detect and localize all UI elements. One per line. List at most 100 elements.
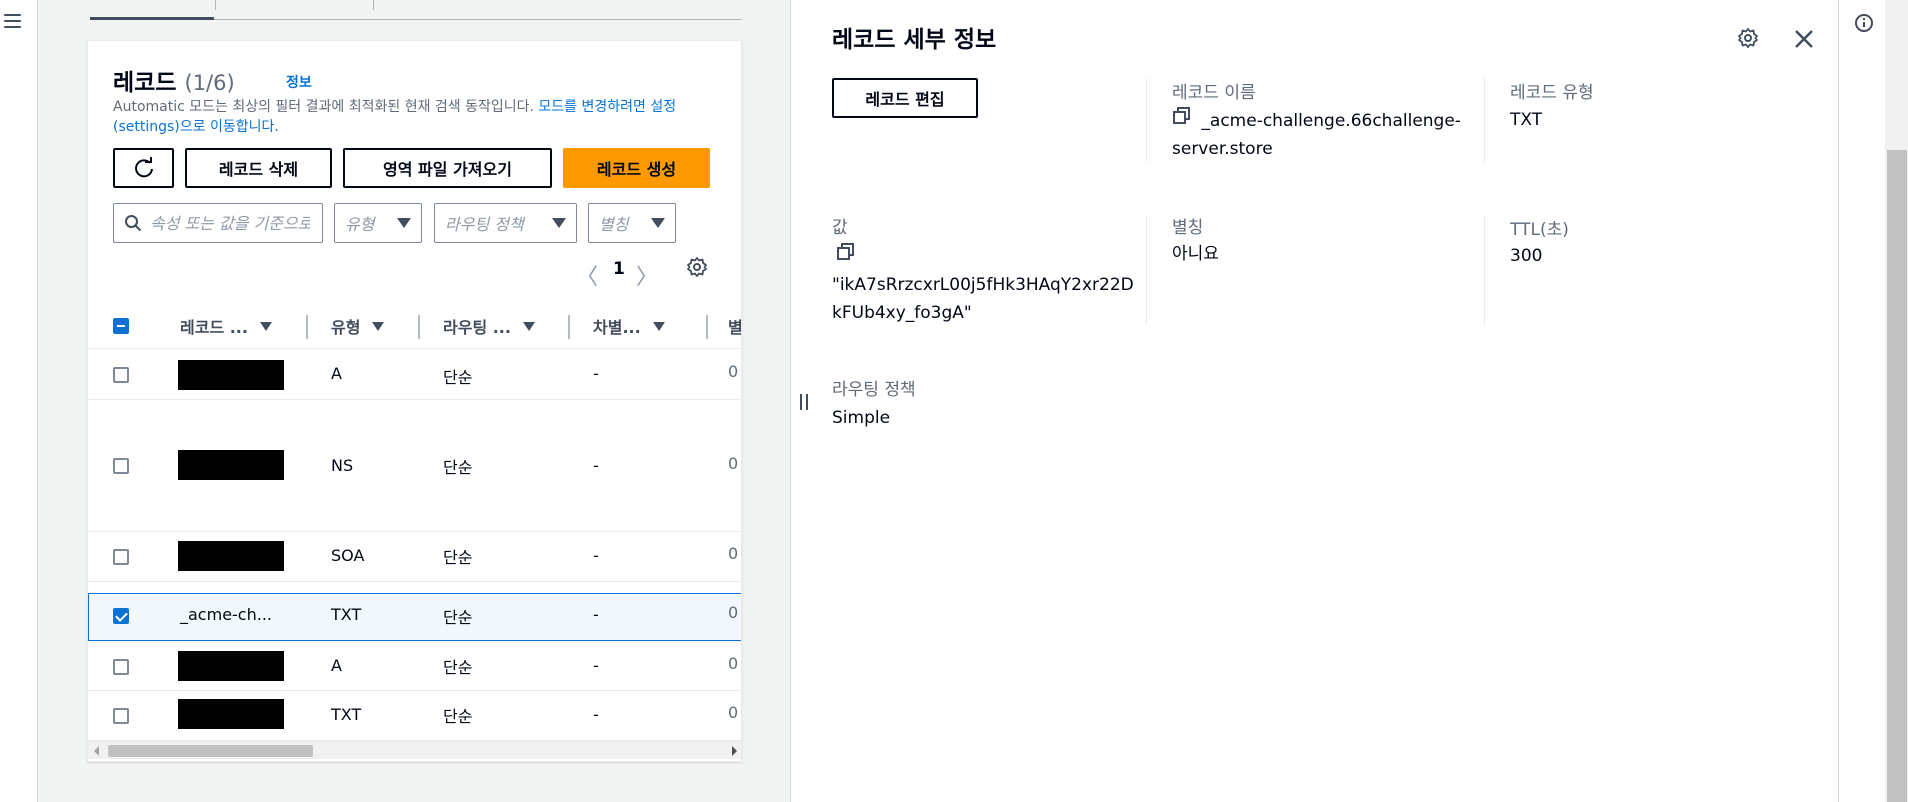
main-content: 레코드 (1/6) 정보 Automatic 모드는 최상의 필터 결과에 최적…	[38, 0, 790, 802]
horizontal-scrollbar[interactable]	[88, 741, 741, 759]
column-divider	[1146, 215, 1147, 325]
tab-separator	[215, 0, 216, 10]
right-tools-rail	[1838, 0, 1908, 802]
copy-icon[interactable]	[836, 242, 856, 271]
column-divider	[1484, 215, 1485, 325]
details-title: 레코드 세부 정보	[832, 27, 997, 53]
row-checkbox[interactable]	[113, 549, 129, 565]
panel-settings-gear-icon[interactable]	[1737, 27, 1759, 53]
scrollbar-thumb[interactable]	[1887, 150, 1907, 802]
table-row[interactable]: NS 단순 - 0	[88, 401, 741, 532]
preferences-gear-icon[interactable]	[686, 256, 708, 282]
page-number-1[interactable]: 1	[613, 259, 625, 279]
panel-resize-handle[interactable]	[800, 394, 808, 410]
column-header-differentiator[interactable]: 차별...	[593, 314, 665, 338]
routing-policy-value: Simple	[832, 408, 891, 428]
row-checkbox[interactable]	[113, 458, 129, 474]
edit-record-button[interactable]: 레코드 편집	[832, 78, 978, 118]
sort-icon	[652, 321, 665, 331]
column-header-routing[interactable]: 라우팅 ...	[443, 314, 535, 338]
refresh-button[interactable]	[113, 148, 174, 188]
record-name-line2: server.store	[1172, 139, 1273, 159]
scrollbar-thumb[interactable]	[108, 745, 313, 757]
caret-down-icon	[552, 218, 566, 228]
sort-icon	[372, 321, 385, 331]
table-row-selected[interactable]: _acme-ch... TXT 단순 - 0	[88, 593, 741, 641]
record-alias: 0	[728, 454, 739, 473]
routing-select[interactable]: 라우팅 정책	[434, 203, 577, 243]
record-name[interactable]: _acme-ch...	[180, 605, 272, 624]
ttl-label: TTL(초)	[1510, 220, 1569, 240]
records-panel: 레코드 (1/6) 정보 Automatic 모드는 최상의 필터 결과에 최적…	[87, 40, 742, 762]
column-header-record-name[interactable]: 레코드 ...	[180, 314, 272, 338]
scroll-right-icon[interactable]	[732, 746, 737, 756]
record-differentiator: -	[593, 656, 599, 675]
table-row[interactable]: A 단순 - 0	[88, 350, 741, 400]
record-differentiator: -	[593, 705, 599, 724]
table-row[interactable]: A 단순 - 0	[88, 642, 741, 691]
refresh-icon	[134, 157, 153, 178]
column-divider	[1484, 78, 1485, 162]
select-all-checkbox[interactable]	[113, 318, 129, 334]
record-differentiator: -	[593, 364, 599, 383]
row-checkbox[interactable]	[113, 659, 129, 675]
record-alias: 0	[728, 603, 739, 622]
import-zone-file-button[interactable]: 영역 파일 가져오기	[343, 148, 552, 188]
record-routing: 단순	[443, 548, 473, 567]
next-page-button[interactable]: 〉	[636, 259, 658, 291]
row-checkbox[interactable]	[113, 708, 129, 724]
record-differentiator: -	[593, 456, 599, 475]
filter-search	[113, 203, 323, 243]
record-details-panel: 레코드 세부 정보 레코드 편집 레코드 이름 _acme-challenge.…	[790, 0, 1838, 802]
redacted-record-name	[178, 699, 284, 729]
routing-policy-label: 라우팅 정책	[832, 380, 916, 400]
vertical-scrollbar[interactable]	[1885, 0, 1908, 802]
left-nav-strip	[0, 0, 38, 802]
record-type: A	[331, 364, 342, 383]
table-row[interactable]: TXT 단순 - 0	[88, 691, 741, 741]
redacted-record-name	[178, 450, 284, 480]
type-select[interactable]: 유형	[334, 203, 422, 243]
record-value-line1: "ikA7sRrzcxrL00j5fHk3HAqY2xr22D	[832, 275, 1134, 295]
record-routing: 단순	[443, 658, 473, 677]
delete-record-button[interactable]: 레코드 삭제	[185, 148, 332, 188]
redacted-record-name	[178, 651, 284, 681]
record-alias: 0	[728, 703, 739, 722]
column-divider	[1146, 78, 1147, 162]
info-link[interactable]: 정보	[286, 72, 312, 92]
type-select-label: 유형	[345, 215, 375, 234]
sort-icon	[522, 321, 535, 331]
routing-select-label: 라우팅 정책	[445, 215, 524, 234]
row-checkbox[interactable]	[113, 608, 129, 624]
table-row[interactable]: SOA 단순 - 0	[88, 532, 741, 582]
record-routing: 단순	[443, 458, 473, 477]
create-record-button[interactable]: 레코드 생성	[563, 148, 710, 188]
record-routing: 단순	[443, 707, 473, 726]
record-value: "ikA7sRrzcxrL00j5fHk3HAqY2xr22D kFUb4xy_…	[832, 242, 1134, 327]
records-count: (1/6)	[184, 71, 235, 95]
row-checkbox[interactable]	[113, 367, 129, 383]
copy-icon[interactable]	[1172, 106, 1192, 135]
record-name-label: 레코드 이름	[1172, 83, 1256, 103]
prev-page-button[interactable]: 〈	[576, 259, 598, 291]
hamburger-menu-icon[interactable]	[4, 14, 21, 28]
tab-separator	[373, 0, 374, 10]
record-type: SOA	[331, 546, 365, 565]
info-icon[interactable]	[1854, 13, 1874, 37]
alias-select[interactable]: 별칭	[588, 203, 676, 243]
alias-value: 아니요	[1172, 244, 1219, 264]
redacted-record-name	[178, 360, 284, 390]
column-header-type[interactable]: 유형	[331, 314, 385, 338]
column-divider	[306, 315, 308, 339]
record-differentiator: -	[593, 546, 599, 565]
ttl-value: 300	[1510, 246, 1543, 266]
column-header-alias[interactable]: 별	[728, 314, 741, 338]
record-value-line2: kFUb4xy_fo3gA"	[832, 303, 972, 323]
record-alias: 0	[728, 654, 739, 673]
filter-input[interactable]	[150, 213, 310, 233]
search-icon	[125, 215, 142, 232]
close-icon[interactable]	[1791, 26, 1817, 56]
scroll-left-icon[interactable]	[94, 746, 99, 756]
record-alias: 0	[728, 544, 739, 563]
description-text: Automatic 모드는 최상의 필터 결과에 최적화된 현재 검색 동작입니…	[113, 99, 539, 115]
